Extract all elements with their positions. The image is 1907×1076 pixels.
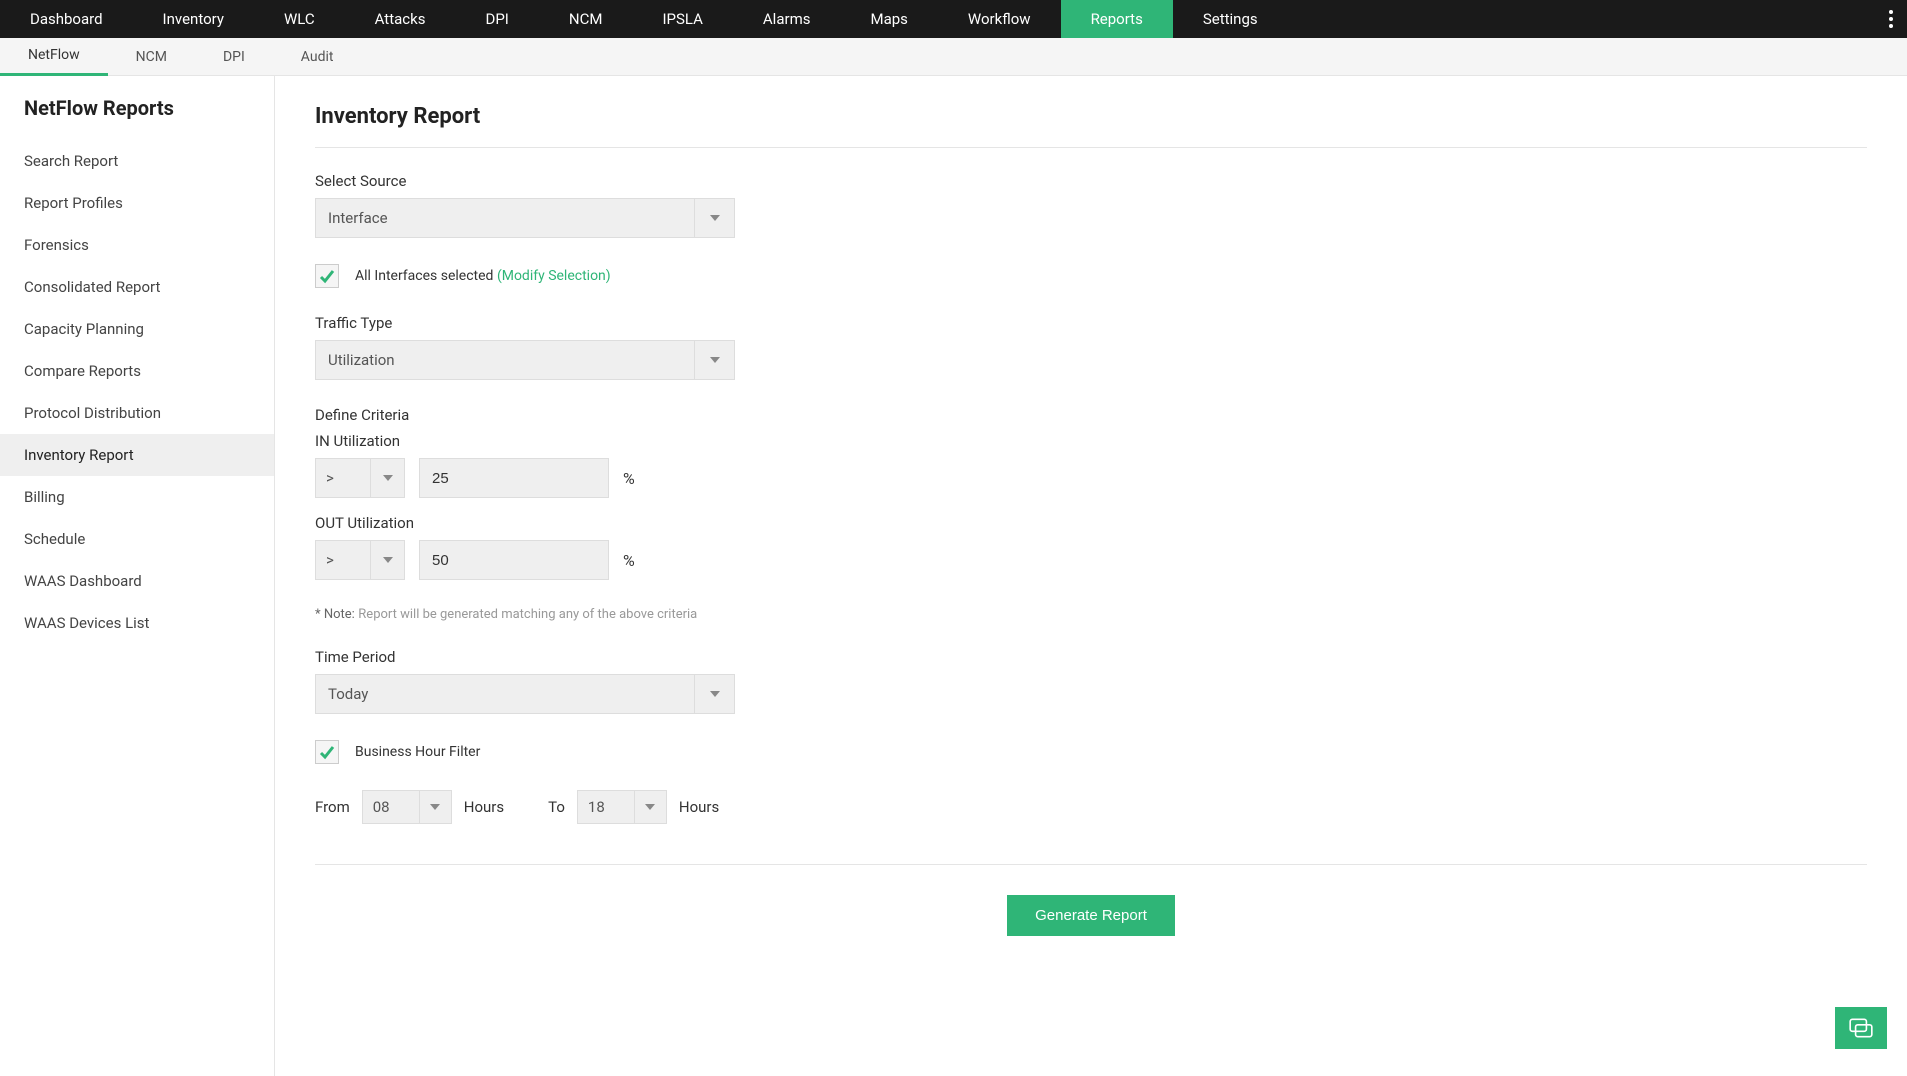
chevron-down-icon [370, 459, 404, 497]
out-operator-select[interactable]: > [315, 540, 405, 580]
traffic-select[interactable]: Utilization [315, 340, 735, 380]
hours-group: From 08 Hours To 18 Hours [315, 790, 1867, 824]
from-hours-unit: Hours [464, 798, 504, 816]
sidebar-item-inventory-report[interactable]: Inventory Report [0, 434, 274, 476]
topnav-workflow[interactable]: Workflow [938, 0, 1061, 38]
in-operator-select[interactable]: > [315, 458, 405, 498]
out-utilization-label: OUT Utilization [315, 514, 1867, 532]
chat-icon [1848, 1015, 1874, 1041]
sidebar-item-waas-devices-list[interactable]: WAAS Devices List [0, 602, 274, 644]
businesshour-group: Business Hour Filter [315, 740, 1867, 764]
out-criteria-group: OUT Utilization > % [315, 514, 1867, 580]
chevron-down-icon [694, 199, 734, 237]
to-hours-select[interactable]: 18 [577, 790, 667, 824]
topnav-dpi[interactable]: DPI [455, 0, 538, 38]
traffic-group: Traffic Type Utilization [315, 314, 1867, 380]
chevron-down-icon [694, 341, 734, 379]
to-hours-unit: Hours [679, 798, 719, 816]
subnav-dpi[interactable]: DPI [195, 38, 273, 76]
sub-nav: NetFlow NCM DPI Audit [0, 38, 1907, 76]
from-hours-value: 08 [363, 798, 419, 816]
sidebar: NetFlow Reports Search Report Report Pro… [0, 76, 275, 1076]
criteria-note: * Note: Report will be generated matchin… [315, 606, 1867, 622]
topnav-settings[interactable]: Settings [1173, 0, 1288, 38]
all-interfaces-checkbox[interactable] [315, 264, 339, 288]
main-area: NetFlow Reports Search Report Report Pro… [0, 76, 1907, 1076]
chevron-down-icon [634, 791, 666, 823]
subnav-netflow[interactable]: NetFlow [0, 38, 108, 76]
topnav-dashboard[interactable]: Dashboard [0, 0, 133, 38]
note-prefix: * Note: [315, 607, 355, 622]
source-select[interactable]: Interface [315, 198, 735, 238]
divider [315, 864, 1867, 865]
in-value-input[interactable] [419, 458, 609, 498]
checkmark-icon [319, 268, 335, 284]
topnav-inventory[interactable]: Inventory [133, 0, 254, 38]
criteria-label: Define Criteria [315, 406, 1867, 424]
traffic-label: Traffic Type [315, 314, 1867, 332]
out-value-input[interactable] [419, 540, 609, 580]
top-nav: Dashboard Inventory WLC Attacks DPI NCM … [0, 0, 1907, 38]
sidebar-item-forensics[interactable]: Forensics [0, 224, 274, 266]
from-label: From [315, 798, 350, 816]
modify-selection-link[interactable]: (Modify Selection) [497, 268, 611, 284]
from-hours-select[interactable]: 08 [362, 790, 452, 824]
chevron-down-icon [419, 791, 451, 823]
topnav-wlc[interactable]: WLC [254, 0, 345, 38]
businesshour-checkbox[interactable] [315, 740, 339, 764]
sidebar-item-report-profiles[interactable]: Report Profiles [0, 182, 274, 224]
note-text: Report will be generated matching any of… [358, 607, 697, 622]
page-title: Inventory Report [315, 104, 1867, 148]
chevron-down-icon [694, 675, 734, 713]
sidebar-item-compare-reports[interactable]: Compare Reports [0, 350, 274, 392]
sidebar-item-protocol-distribution[interactable]: Protocol Distribution [0, 392, 274, 434]
topnav-reports[interactable]: Reports [1061, 0, 1173, 38]
selection-text-wrap: All Interfaces selected (Modify Selectio… [355, 268, 611, 284]
in-operator-value: > [316, 469, 370, 487]
topnav-ipsla[interactable]: IPSLA [632, 0, 732, 38]
generate-wrap: Generate Report [315, 895, 1867, 936]
in-utilization-label: IN Utilization [315, 432, 1867, 450]
timeperiod-value: Today [316, 685, 694, 703]
topnav-ncm[interactable]: NCM [539, 0, 633, 38]
to-hours-value: 18 [578, 798, 634, 816]
in-unit: % [623, 469, 635, 488]
subnav-ncm[interactable]: NCM [108, 38, 195, 76]
sidebar-item-schedule[interactable]: Schedule [0, 518, 274, 560]
topnav-maps[interactable]: Maps [840, 0, 937, 38]
source-group: Select Source Interface [315, 172, 1867, 238]
timeperiod-select[interactable]: Today [315, 674, 735, 714]
selection-text: All Interfaces selected [355, 268, 493, 284]
generate-report-button[interactable]: Generate Report [1007, 895, 1175, 936]
sidebar-item-capacity-planning[interactable]: Capacity Planning [0, 308, 274, 350]
subnav-audit[interactable]: Audit [273, 38, 362, 76]
more-menu-icon[interactable] [1883, 0, 1899, 38]
topnav-alarms[interactable]: Alarms [733, 0, 841, 38]
timeperiod-label: Time Period [315, 648, 1867, 666]
to-label: To [548, 798, 565, 816]
traffic-select-value: Utilization [316, 351, 694, 369]
sidebar-item-billing[interactable]: Billing [0, 476, 274, 518]
topnav-attacks[interactable]: Attacks [345, 0, 456, 38]
out-operator-value: > [316, 551, 370, 569]
sidebar-item-search-report[interactable]: Search Report [0, 140, 274, 182]
content: Inventory Report Select Source Interface… [275, 76, 1907, 1076]
out-unit: % [623, 551, 635, 570]
chevron-down-icon [370, 541, 404, 579]
source-select-value: Interface [316, 209, 694, 227]
timeperiod-group: Time Period Today [315, 648, 1867, 714]
criteria-group: Define Criteria IN Utilization > % [315, 406, 1867, 498]
checkmark-icon [319, 744, 335, 760]
chat-fab[interactable] [1835, 1007, 1887, 1049]
sidebar-item-waas-dashboard[interactable]: WAAS Dashboard [0, 560, 274, 602]
sidebar-item-consolidated-report[interactable]: Consolidated Report [0, 266, 274, 308]
source-label: Select Source [315, 172, 1867, 190]
businesshour-label: Business Hour Filter [355, 744, 480, 760]
sidebar-title: NetFlow Reports [0, 96, 274, 140]
selection-group: All Interfaces selected (Modify Selectio… [315, 264, 1867, 288]
